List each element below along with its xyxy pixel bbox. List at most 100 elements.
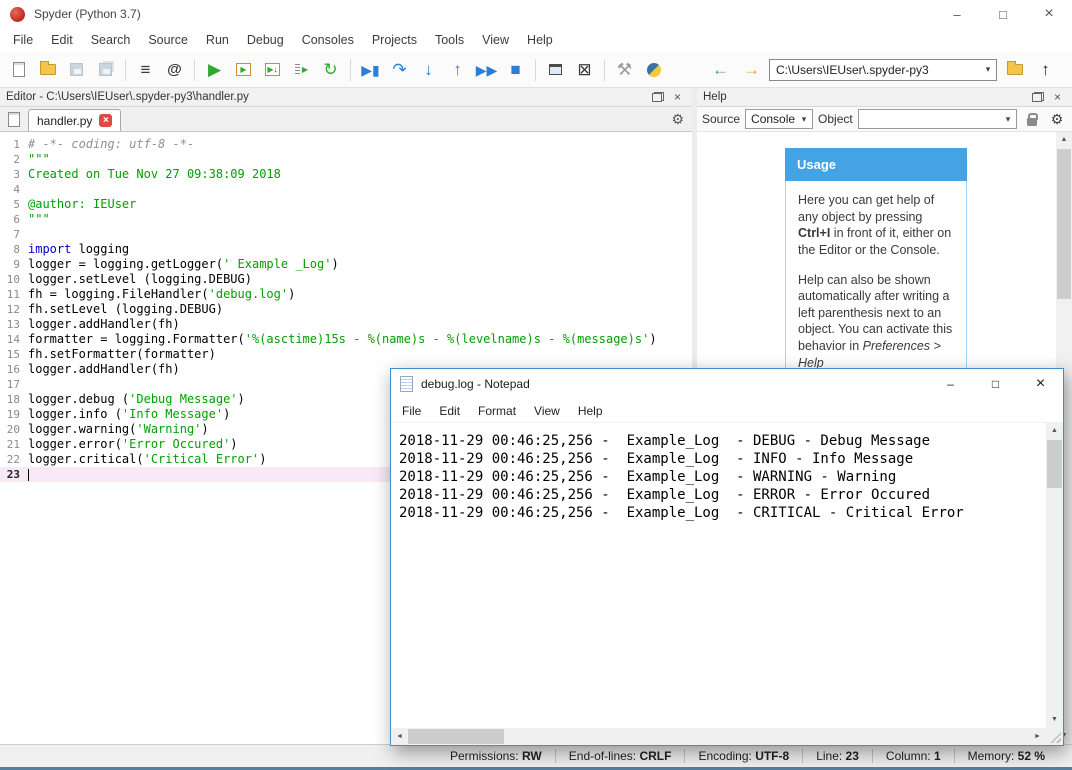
scrollbar-thumb[interactable] <box>408 729 504 744</box>
help-options-button[interactable]: ⚙ <box>1047 109 1067 129</box>
spyder-menu-file[interactable]: File <box>4 30 42 50</box>
code-line-2[interactable]: 2""" <box>0 152 692 167</box>
code-line-11[interactable]: 11fh = logging.FileHandler('debug.log') <box>0 287 692 302</box>
line-number[interactable]: 21 <box>0 437 28 452</box>
notepad-horizontal-scrollbar[interactable]: ◄ ► <box>391 728 1046 745</box>
tools-button[interactable]: ⚒ <box>611 56 638 83</box>
minimize-button[interactable]: – <box>934 0 980 28</box>
line-number[interactable]: 15 <box>0 347 28 362</box>
line-number[interactable]: 20 <box>0 422 28 437</box>
scroll-left-icon[interactable]: ◄ <box>391 728 408 745</box>
code-line-7[interactable]: 7 <box>0 227 692 242</box>
help-undock-button[interactable] <box>1029 90 1046 105</box>
new-file-button[interactable] <box>5 56 32 83</box>
code-line-15[interactable]: 15fh.setFormatter(formatter) <box>0 347 692 362</box>
scroll-up-icon[interactable]: ▲ <box>1046 423 1063 439</box>
browse-directory-button[interactable] <box>1001 56 1028 83</box>
run-cell-button[interactable]: ▶ <box>230 56 257 83</box>
editor-options-button[interactable]: ⚙ <box>671 111 684 128</box>
line-number[interactable]: 6 <box>0 212 28 227</box>
tab-handler-py[interactable]: handler.py × <box>28 109 121 131</box>
spyder-menu-source[interactable]: Source <box>139 30 197 50</box>
browse-tabs-button[interactable] <box>4 109 24 129</box>
code-line-8[interactable]: 8import logging <box>0 242 692 257</box>
line-number[interactable]: 2 <box>0 152 28 167</box>
code-line-4[interactable]: 4 <box>0 182 692 197</box>
editor-undock-button[interactable] <box>649 90 666 105</box>
tab-close-button[interactable]: × <box>99 114 112 127</box>
lock-button[interactable] <box>1022 109 1042 129</box>
code-line-12[interactable]: 12fh.setLevel (logging.DEBUG) <box>0 302 692 317</box>
spyder-menu-debug[interactable]: Debug <box>238 30 293 50</box>
notepad-close-button[interactable]: × <box>1018 369 1063 399</box>
file-switcher-button[interactable]: ≡ <box>132 56 159 83</box>
code-line-5[interactable]: 5@author: IEUser <box>0 197 692 212</box>
line-number[interactable]: 12 <box>0 302 28 317</box>
fullscreen-button[interactable]: ⊠ <box>571 56 598 83</box>
line-number[interactable]: 1 <box>0 137 28 152</box>
stop-button[interactable]: ■ <box>502 56 529 83</box>
spyder-menu-projects[interactable]: Projects <box>363 30 426 50</box>
line-number[interactable]: 17 <box>0 377 28 392</box>
forward-button[interactable]: → <box>738 56 765 83</box>
run-cell-advance-button[interactable]: ▶↓ <box>259 56 286 83</box>
step-into-button[interactable]: ↓ <box>415 56 442 83</box>
notepad-text-area[interactable]: 2018-11-29 00:46:25,256 - Example_Log - … <box>391 423 1046 728</box>
rerun-cell-button[interactable]: ↻ <box>317 56 344 83</box>
line-number[interactable]: 3 <box>0 167 28 182</box>
scroll-right-icon[interactable]: ► <box>1029 728 1046 745</box>
code-line-9[interactable]: 9logger = logging.getLogger(' Example _L… <box>0 257 692 272</box>
spyder-menu-edit[interactable]: Edit <box>42 30 82 50</box>
notepad-menu-view[interactable]: View <box>525 402 569 420</box>
notepad-window[interactable]: debug.log - Notepad – □ × FileEditFormat… <box>390 368 1064 746</box>
line-number[interactable]: 19 <box>0 407 28 422</box>
debug-file-button[interactable]: ▶▮ <box>357 56 384 83</box>
source-combobox[interactable]: Console ▾ <box>745 109 813 129</box>
resize-grip[interactable] <box>1046 728 1063 745</box>
line-number[interactable]: 9 <box>0 257 28 272</box>
spyder-menu-help[interactable]: Help <box>518 30 562 50</box>
scroll-down-icon[interactable]: ▼ <box>1046 712 1063 728</box>
step-out-button[interactable]: ↑ <box>444 56 471 83</box>
line-number[interactable]: 23 <box>0 467 28 482</box>
line-number[interactable]: 7 <box>0 227 28 242</box>
chevron-down-icon[interactable]: ▾ <box>980 64 996 75</box>
spyder-menu-run[interactable]: Run <box>197 30 238 50</box>
parent-directory-button[interactable]: ↑ <box>1032 56 1059 83</box>
scrollbar-thumb[interactable] <box>1047 440 1062 488</box>
maximize-button[interactable]: □ <box>980 0 1026 28</box>
notepad-menu-format[interactable]: Format <box>469 402 525 420</box>
code-line-3[interactable]: 3Created on Tue Nov 27 09:38:09 2018 <box>0 167 692 182</box>
notepad-minimize-button[interactable]: – <box>928 369 973 399</box>
notepad-menu-edit[interactable]: Edit <box>430 402 469 420</box>
continue-button[interactable]: ▶▶ <box>473 56 500 83</box>
object-combobox[interactable]: ▾ <box>858 109 1017 129</box>
maximize-pane-button[interactable] <box>542 56 569 83</box>
close-button[interactable]: × <box>1026 0 1072 28</box>
help-close-button[interactable]: × <box>1049 90 1066 105</box>
line-number[interactable]: 5 <box>0 197 28 212</box>
code-line-13[interactable]: 13logger.addHandler(fh) <box>0 317 692 332</box>
line-number[interactable]: 11 <box>0 287 28 302</box>
line-number[interactable]: 16 <box>0 362 28 377</box>
code-line-14[interactable]: 14formatter = logging.Formatter('%(ascti… <box>0 332 692 347</box>
spyder-menu-search[interactable]: Search <box>82 30 140 50</box>
run-selection-button[interactable]: ▶ <box>288 56 315 83</box>
code-line-6[interactable]: 6""" <box>0 212 692 227</box>
step-over-button[interactable]: ↷ <box>386 56 413 83</box>
line-number[interactable]: 8 <box>0 242 28 257</box>
line-number[interactable]: 14 <box>0 332 28 347</box>
working-directory-combobox[interactable]: C:\Users\IEUser\.spyder-py3 ▾ <box>769 59 997 81</box>
notepad-maximize-button[interactable]: □ <box>973 369 1018 399</box>
notepad-menu-help[interactable]: Help <box>569 402 612 420</box>
editor-close-button[interactable]: × <box>669 90 686 105</box>
line-number[interactable]: 13 <box>0 317 28 332</box>
save-button[interactable] <box>63 56 90 83</box>
scroll-up-icon[interactable]: ▲ <box>1056 132 1072 148</box>
notepad-vertical-scrollbar[interactable]: ▲ ▼ <box>1046 423 1063 728</box>
spyder-menu-view[interactable]: View <box>473 30 518 50</box>
line-number[interactable]: 10 <box>0 272 28 287</box>
save-all-button[interactable] <box>92 56 119 83</box>
spyder-menu-consoles[interactable]: Consoles <box>293 30 363 50</box>
line-number[interactable]: 18 <box>0 392 28 407</box>
